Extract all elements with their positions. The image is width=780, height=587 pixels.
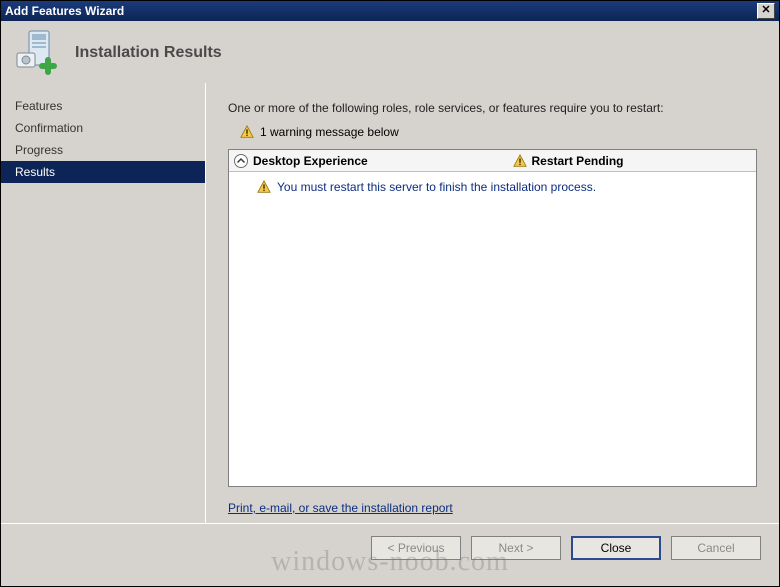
results-panel-body: You must restart this server to finish t… <box>229 172 756 202</box>
close-icon: ✕ <box>761 4 770 16</box>
warning-icon <box>240 125 254 139</box>
wizard-main: One or more of the following roles, role… <box>206 83 779 523</box>
wizard-footer: < Previous Next > Close Cancel <box>1 523 779 572</box>
sidebar-item-confirmation[interactable]: Confirmation <box>1 117 205 139</box>
sidebar-item-label: Features <box>15 99 62 113</box>
wizard-header: Installation Results <box>1 21 779 83</box>
window-titlebar: Add Features Wizard ✕ <box>1 1 779 21</box>
window-title: Add Features Wizard <box>5 1 124 21</box>
sidebar-item-features[interactable]: Features <box>1 95 205 117</box>
status-text: Restart Pending <box>532 154 624 168</box>
feature-name: Desktop Experience <box>253 154 513 168</box>
wizard-sidebar: Features Confirmation Progress Results <box>1 83 206 523</box>
cancel-button: Cancel <box>671 536 761 560</box>
window-close-button[interactable]: ✕ <box>757 3 775 19</box>
feature-status: Restart Pending <box>513 154 624 168</box>
sidebar-item-progress[interactable]: Progress <box>1 139 205 161</box>
results-panel-header[interactable]: Desktop Experience Restart Pending <box>229 150 756 172</box>
next-button: Next > <box>471 536 561 560</box>
installation-report-link[interactable]: Print, e-mail, or save the installation … <box>228 501 757 515</box>
results-panel: Desktop Experience Restart Pending You m… <box>228 149 757 487</box>
collapse-icon[interactable] <box>233 153 249 169</box>
warning-summary-text: 1 warning message below <box>260 125 399 139</box>
wizard-header-icon <box>13 29 61 77</box>
sidebar-item-results[interactable]: Results <box>1 161 205 183</box>
close-button[interactable]: Close <box>571 536 661 560</box>
sidebar-item-label: Progress <box>15 143 63 157</box>
warning-icon <box>257 180 271 194</box>
warning-message: You must restart this server to finish t… <box>277 180 596 194</box>
intro-text: One or more of the following roles, role… <box>228 101 757 115</box>
page-title: Installation Results <box>75 44 222 62</box>
warning-icon <box>513 154 527 168</box>
warning-summary-row: 1 warning message below <box>240 125 757 139</box>
previous-button: < Previous <box>371 536 461 560</box>
sidebar-item-label: Confirmation <box>15 121 83 135</box>
sidebar-item-label: Results <box>15 165 55 179</box>
